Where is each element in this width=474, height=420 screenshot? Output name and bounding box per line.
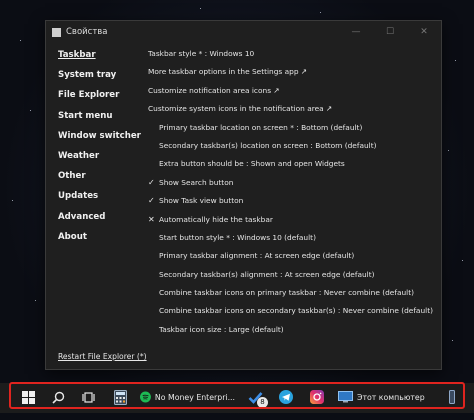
- minimize-button[interactable]: —: [339, 21, 373, 43]
- link-customize-system-icons[interactable]: Customize system icons in the notificati…: [148, 100, 435, 118]
- window-title: Свойства: [66, 27, 108, 37]
- taskbar-app-instagram[interactable]: [307, 386, 327, 408]
- setting-label: Show Task view button: [159, 196, 244, 206]
- phone-icon: [449, 390, 455, 404]
- setting-extra-button[interactable]: Extra button should be : Shown and open …: [148, 155, 435, 173]
- taskbar-app-spotify[interactable]: No Money Enterpri...: [140, 386, 235, 408]
- setting-label: Show Search button: [159, 177, 234, 187]
- settings-list: Taskbar style * : Windows 10 More taskba…: [148, 45, 435, 339]
- title-bar[interactable]: Свойства — ☐ ✕: [46, 21, 441, 43]
- sidebar-item-system-tray[interactable]: System tray: [58, 65, 146, 85]
- cross-icon: ✕: [148, 214, 155, 224]
- setting-label: Taskbar icon size : Large (default): [159, 324, 284, 334]
- setting-label: Primary taskbar location on screen * : B…: [159, 122, 363, 132]
- task-view-icon: [81, 391, 95, 403]
- notification-badge: 8: [257, 397, 268, 408]
- show-desktop-button[interactable]: [446, 386, 458, 408]
- sidebar-item-window-switcher[interactable]: Window switcher: [58, 126, 146, 146]
- setting-label: Extra button should be : Shown and open …: [159, 159, 345, 169]
- setting-label: Combine taskbar icons on primary taskbar…: [159, 288, 414, 298]
- setting-auto-hide-taskbar[interactable]: ✕ Automatically hide the taskbar: [148, 211, 435, 229]
- explorer-window-label: Этот компьютер: [357, 392, 425, 402]
- setting-label: Start button style * : Windows 10 (defau…: [159, 232, 316, 242]
- spotify-window-label: No Money Enterpri...: [154, 392, 235, 402]
- setting-label: Taskbar style * : Windows 10: [148, 49, 255, 58]
- properties-window: Свойства — ☐ ✕ Taskbar System tray File …: [45, 20, 442, 370]
- setting-combine-primary[interactable]: Combine taskbar icons on primary taskbar…: [148, 284, 435, 302]
- link-customize-notification-icons[interactable]: Customize notification area icons ↗: [148, 82, 435, 100]
- taskbar-app-calculator[interactable]: [110, 386, 130, 408]
- app-icon: [52, 27, 61, 37]
- computer-icon: [338, 391, 353, 403]
- checkmark-icon: ✓: [148, 177, 155, 187]
- calculator-icon: [113, 389, 127, 405]
- setting-label: Primary taskbar alignment : At screen ed…: [159, 251, 355, 261]
- sidebar-item-weather[interactable]: Weather: [58, 146, 146, 166]
- setting-label: Customize notification area icons ↗: [148, 85, 280, 95]
- setting-primary-taskbar-alignment[interactable]: Primary taskbar alignment : At screen ed…: [148, 247, 435, 265]
- link-more-taskbar-options[interactable]: More taskbar options in the Settings app…: [148, 63, 435, 81]
- setting-taskbar-style[interactable]: Taskbar style * : Windows 10: [148, 45, 435, 63]
- telegram-icon: [279, 390, 293, 404]
- setting-secondary-taskbar-alignment[interactable]: Secondary taskbar(s) alignment : At scre…: [148, 266, 435, 284]
- setting-label: Secondary taskbar(s) location on screen …: [159, 140, 377, 150]
- setting-combine-secondary[interactable]: Combine taskbar icons on secondary taskb…: [148, 302, 435, 320]
- checkmark-icon: ✓: [148, 196, 155, 206]
- window-controls: — ☐ ✕: [339, 21, 441, 43]
- taskbar-app-telegram[interactable]: [276, 386, 296, 408]
- setting-show-search-button[interactable]: ✓ Show Search button: [148, 174, 435, 192]
- spotify-icon: [140, 391, 151, 403]
- setting-secondary-taskbar-location[interactable]: Secondary taskbar(s) location on screen …: [148, 137, 435, 155]
- sidebar-item-file-explorer[interactable]: File Explorer: [58, 85, 146, 105]
- close-button[interactable]: ✕: [407, 21, 441, 43]
- setting-label: More taskbar options in the Settings app…: [148, 67, 308, 77]
- taskbar-app-file-explorer[interactable]: Этот компьютер: [338, 386, 433, 408]
- setting-start-button-style[interactable]: Start button style * : Windows 10 (defau…: [148, 229, 435, 247]
- sidebar: Taskbar System tray File Explorer Start …: [58, 45, 146, 247]
- sidebar-item-updates[interactable]: Updates: [58, 186, 146, 206]
- setting-label: Secondary taskbar(s) alignment : At scre…: [159, 269, 375, 279]
- sidebar-item-advanced[interactable]: Advanced: [58, 207, 146, 227]
- setting-label: Customize system icons in the notificati…: [148, 104, 333, 114]
- sidebar-item-taskbar[interactable]: Taskbar: [58, 45, 146, 65]
- taskbar-app-tasks[interactable]: 8: [245, 386, 268, 408]
- maximize-button[interactable]: ☐: [373, 21, 407, 43]
- search-button[interactable]: [48, 386, 68, 408]
- windows-logo-icon: [21, 390, 35, 404]
- setting-taskbar-icon-size[interactable]: Taskbar icon size : Large (default): [148, 321, 435, 339]
- setting-primary-taskbar-location[interactable]: Primary taskbar location on screen * : B…: [148, 119, 435, 137]
- sidebar-item-start-menu[interactable]: Start menu: [58, 106, 146, 126]
- setting-label: Combine taskbar icons on secondary taskb…: [159, 306, 433, 316]
- setting-show-task-view-button[interactable]: ✓ Show Task view button: [148, 192, 435, 210]
- setting-label: Automatically hide the taskbar: [159, 214, 273, 224]
- sidebar-item-about[interactable]: About: [58, 227, 146, 247]
- task-view-button[interactable]: [78, 386, 98, 408]
- sidebar-item-other[interactable]: Other: [58, 166, 146, 186]
- restart-explorer-link[interactable]: Restart File Explorer (*): [58, 352, 147, 361]
- start-button[interactable]: [18, 386, 38, 408]
- instagram-icon: [310, 390, 324, 404]
- search-icon: [51, 391, 64, 404]
